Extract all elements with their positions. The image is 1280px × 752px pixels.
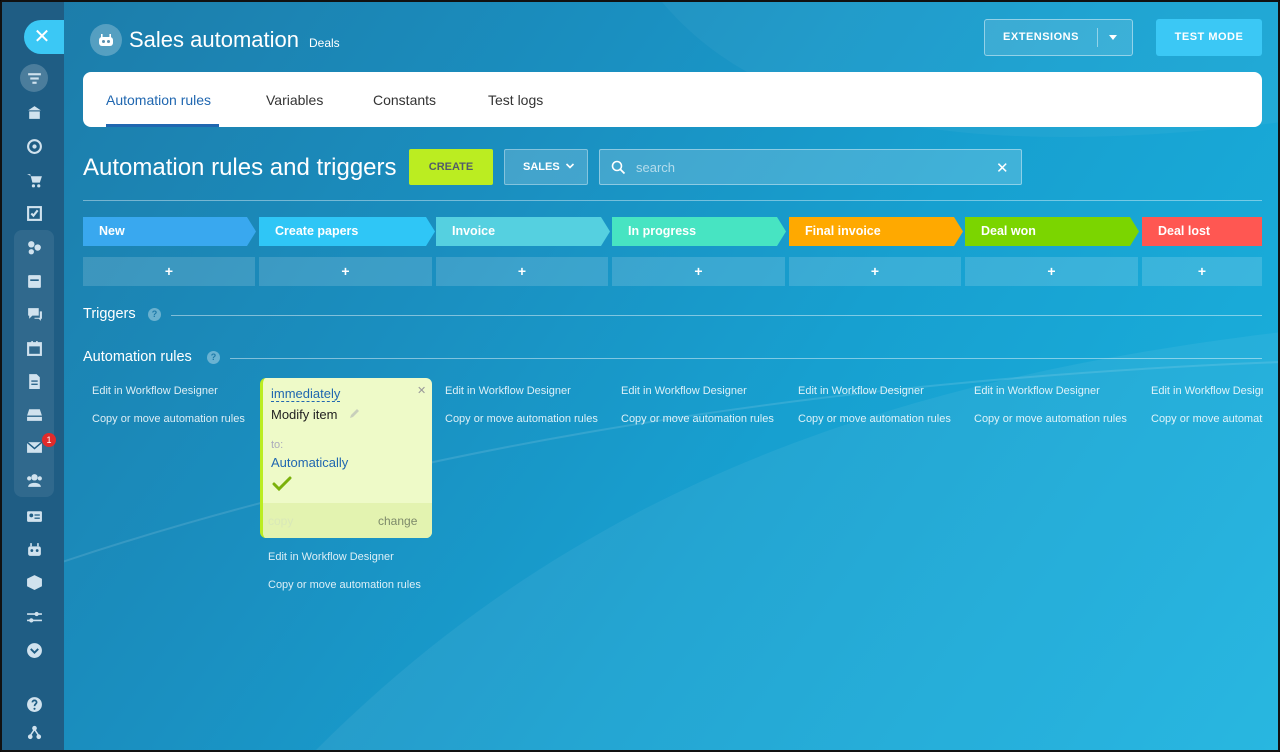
- pipeline-select[interactable]: SALES: [504, 149, 588, 185]
- stage-invoice: Invoice: [436, 217, 610, 246]
- help-icon[interactable]: ?: [207, 351, 220, 364]
- filter-icon[interactable]: [20, 64, 48, 92]
- responsible-value[interactable]: Automatically: [271, 455, 348, 470]
- contact-card-icon[interactable]: [22, 504, 46, 528]
- stage-rules-column: Edit in Workflow Designer Copy or move a…: [1151, 380, 1263, 430]
- close-button[interactable]: ✕: [24, 20, 64, 54]
- copy-move-rules-link[interactable]: Copy or move automation rules: [92, 413, 245, 425]
- edit-in-designer-link[interactable]: Edit in Workflow Designer: [621, 385, 747, 397]
- edit-in-designer-link[interactable]: Edit in Workflow Designer: [974, 385, 1100, 397]
- extensions-label: EXTENSIONS: [1003, 31, 1079, 43]
- test-mode-button[interactable]: TEST MODE: [1156, 19, 1262, 56]
- change-rule-button[interactable]: change: [378, 514, 417, 528]
- triggers-divider: [171, 315, 1262, 316]
- settings-sliders-icon[interactable]: [22, 605, 46, 629]
- box-icon[interactable]: [22, 570, 46, 594]
- sitemap-icon[interactable]: [22, 720, 46, 744]
- task-icon[interactable]: [22, 201, 46, 225]
- automation-rules-heading: Automation rules: [83, 349, 192, 365]
- edit-in-designer-link[interactable]: Edit in Workflow Designer: [1151, 385, 1263, 397]
- help-icon[interactable]: [22, 692, 46, 716]
- add-trigger-button[interactable]: +: [436, 257, 608, 286]
- contacts-icon[interactable]: [22, 468, 46, 492]
- automation-rules-divider: [230, 358, 1262, 359]
- inbox-icon[interactable]: [22, 402, 46, 426]
- active-tab-indicator: [106, 124, 219, 127]
- chevron-down-icon: [565, 163, 575, 169]
- divider: [83, 200, 1262, 201]
- robot-icon[interactable]: [22, 537, 46, 561]
- chevron-down-icon[interactable]: [22, 638, 46, 662]
- tab-test-logs[interactable]: Test logs: [488, 92, 543, 108]
- app-window: ✕ 1 Sales automation Deals EXTENSIONS TE…: [0, 0, 1280, 752]
- calendar-icon[interactable]: [22, 336, 46, 360]
- edit-in-designer-link[interactable]: Edit in Workflow Designer: [798, 385, 924, 397]
- document-icon[interactable]: [22, 369, 46, 393]
- edit-in-designer-link[interactable]: Edit in Workflow Designer: [268, 551, 394, 563]
- rule-card-footer: copy change: [263, 503, 432, 538]
- triggers-heading: Triggers: [83, 306, 136, 322]
- help-icon[interactable]: ?: [148, 308, 161, 321]
- check-icon: [272, 476, 292, 492]
- stage-in-progress: In progress: [612, 217, 786, 246]
- pencil-icon[interactable]: [349, 408, 360, 419]
- add-trigger-button[interactable]: +: [259, 257, 432, 286]
- target-icon[interactable]: [22, 134, 46, 158]
- search-icon: [611, 160, 626, 175]
- page-title: Automation rules and triggers: [83, 154, 397, 181]
- crm-icon[interactable]: [22, 235, 46, 259]
- responsible-label: to:: [271, 439, 284, 451]
- copy-move-rules-link[interactable]: Copy or move automation rules: [798, 413, 951, 425]
- add-trigger-button[interactable]: +: [83, 257, 255, 286]
- stage-final-invoice: Final invoice: [789, 217, 963, 246]
- add-trigger-button[interactable]: +: [612, 257, 785, 286]
- tab-automation-rules[interactable]: Automation rules: [106, 92, 211, 108]
- copy-rule-button[interactable]: copy: [268, 514, 293, 528]
- add-trigger-button[interactable]: +: [965, 257, 1138, 286]
- add-trigger-button[interactable]: +: [1142, 257, 1262, 286]
- clear-search-icon[interactable]: ✕: [996, 159, 1009, 177]
- create-button[interactable]: CREATE: [409, 149, 493, 185]
- robot-icon: [90, 24, 122, 56]
- caret-down-icon[interactable]: [1109, 35, 1117, 40]
- store-icon[interactable]: [22, 100, 46, 124]
- add-trigger-button[interactable]: +: [789, 257, 961, 286]
- copy-move-rules-link[interactable]: Copy or move automation rules: [445, 413, 598, 425]
- mail-badge: 1: [42, 433, 56, 447]
- stage-new: New: [83, 217, 256, 246]
- button-separator: [1097, 28, 1098, 47]
- rule-name: Modify item: [271, 407, 338, 422]
- delete-rule-icon[interactable]: ✕: [417, 384, 426, 397]
- pipeline-label: SALES: [523, 161, 560, 173]
- search-input[interactable]: [636, 156, 986, 178]
- tab-constants[interactable]: Constants: [373, 92, 436, 108]
- app-subtitle: Deals: [309, 36, 340, 50]
- edit-in-designer-link[interactable]: Edit in Workflow Designer: [445, 385, 571, 397]
- copy-move-rules-link[interactable]: Copy or move automation rules: [621, 413, 774, 425]
- stage-deal-lost: Deal lost: [1142, 217, 1262, 246]
- stage-deal-won: Deal won: [965, 217, 1139, 246]
- tab-variables[interactable]: Variables: [266, 92, 323, 108]
- copy-move-rules-link[interactable]: Copy or move automation rules: [1151, 413, 1263, 425]
- cart-icon[interactable]: [22, 168, 46, 192]
- copy-move-rules-link[interactable]: Copy or move automation rules: [268, 579, 421, 591]
- tabs-bar: Automation rules Variables Constants Tes…: [83, 72, 1262, 127]
- search-box: ✕: [599, 149, 1022, 185]
- extensions-button[interactable]: EXTENSIONS: [984, 19, 1133, 56]
- sites-icon[interactable]: [22, 269, 46, 293]
- automation-rule-card[interactable]: immediately ✕ Modify item to: Automatica…: [260, 378, 432, 538]
- rule-timing-link[interactable]: immediately: [271, 386, 341, 402]
- chat-icon[interactable]: [22, 302, 46, 326]
- stage-create-papers: Create papers: [259, 217, 435, 246]
- copy-move-rules-link[interactable]: Copy or move automation rules: [974, 413, 1127, 425]
- edit-in-designer-link[interactable]: Edit in Workflow Designer: [92, 385, 218, 397]
- app-title: Sales automation: [129, 27, 299, 52]
- left-sidebar: ✕ 1: [2, 2, 64, 750]
